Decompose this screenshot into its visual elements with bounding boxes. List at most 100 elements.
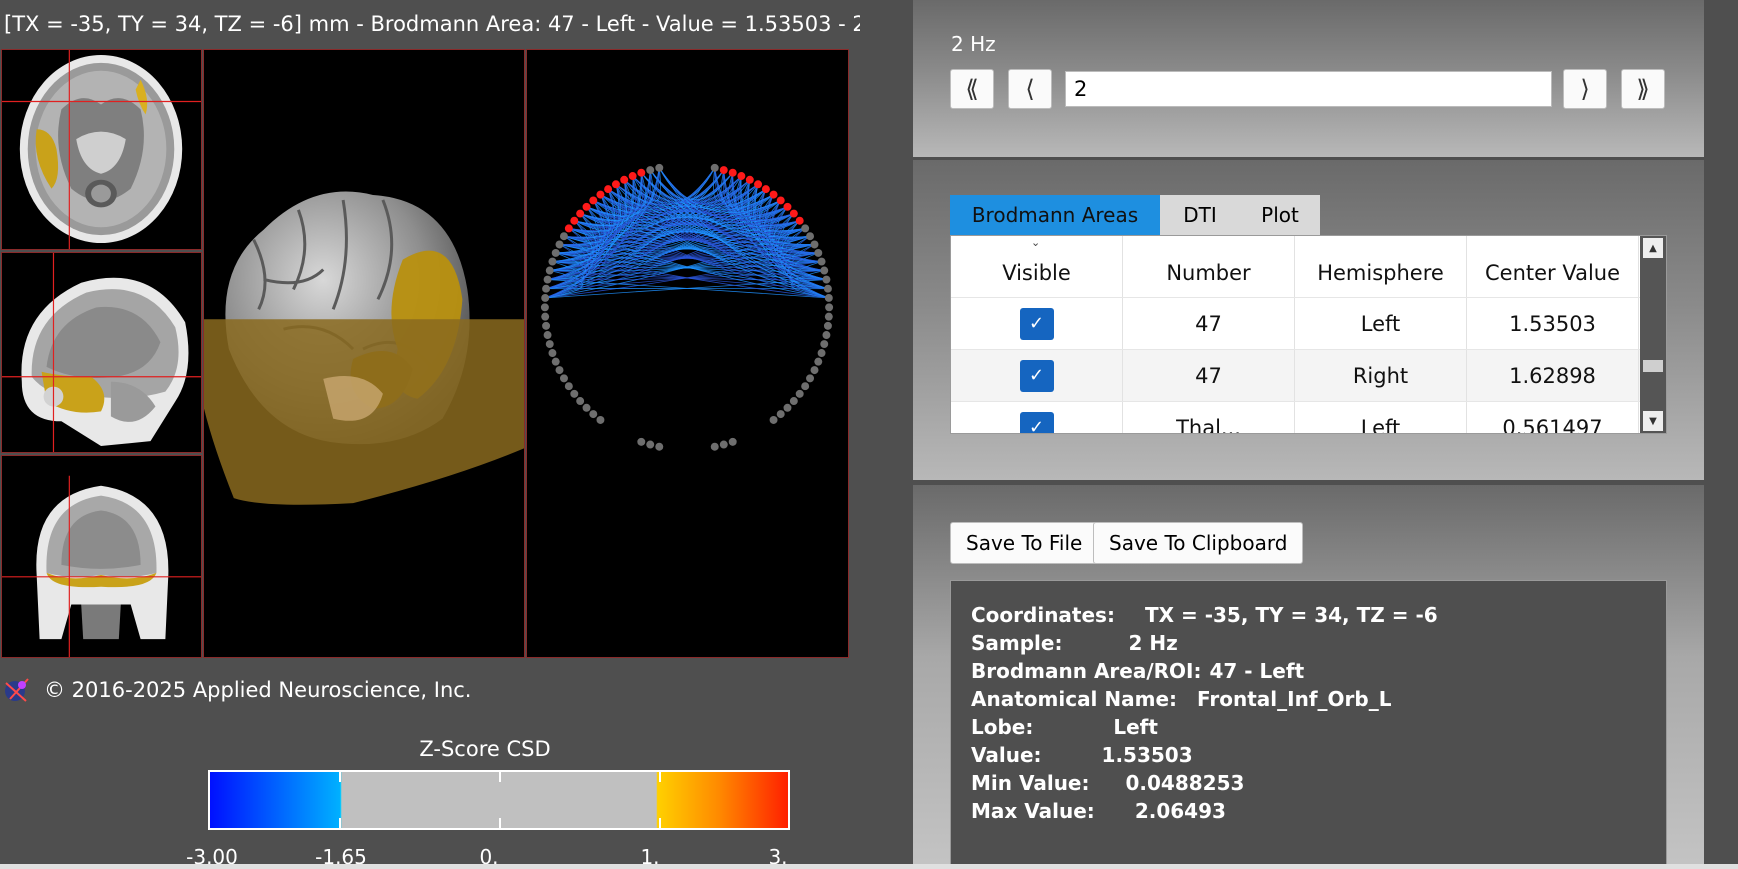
electrode-node [801, 224, 810, 233]
brain-3d-view[interactable] [203, 49, 525, 658]
electrode-node [582, 202, 591, 211]
number-cell: 47 [1123, 350, 1295, 401]
info-value: Frontal_Inf_Orb_L [1197, 687, 1392, 711]
info-value: 2 Hz [1128, 631, 1178, 655]
table-scrollbar[interactable]: ▲ ▼ [1640, 236, 1666, 433]
header-visible-label: Visible [1002, 260, 1071, 285]
electrode-node [795, 389, 804, 398]
visible-cell: ✓ [951, 298, 1123, 349]
info-key: Anatomical Name: [971, 687, 1178, 711]
table-row[interactable]: ✓ 47 Left 1.53503 [951, 298, 1641, 350]
info-key: Sample: [971, 631, 1063, 655]
electrode-node [824, 293, 833, 302]
electrode-node [776, 410, 785, 419]
sagittal-slice-view[interactable] [1, 252, 202, 453]
axial-slice-image [2, 50, 201, 249]
header-number[interactable]: Number [1123, 236, 1295, 297]
electrode-node [728, 437, 737, 446]
footer-row: © 2016-2025 Applied Neuroscience, Inc. [0, 672, 472, 708]
connectivity-circle [540, 163, 834, 451]
electrode-node [596, 190, 605, 199]
frequency-label: 2 Hz [951, 32, 996, 56]
connectivity-circle-view[interactable] [526, 49, 849, 658]
scroll-up-icon[interactable]: ▲ [1643, 238, 1663, 258]
table-header-row: ⌄ Visible Number Hemisphere Center Value [951, 236, 1641, 298]
tab-dti[interactable]: DTI [1160, 195, 1240, 235]
previous-frequency-button[interactable]: ⟨ [1008, 69, 1052, 109]
status-title: [TX = -35, TY = 34, TZ = -6] mm - Brodma… [4, 12, 900, 36]
first-frequency-button[interactable]: ⟪ [950, 69, 994, 109]
info-key: Min Value: [971, 771, 1090, 795]
coronal-slice-view[interactable] [1, 455, 202, 658]
electrode-node [576, 397, 585, 405]
hemisphere-cell: Left [1295, 298, 1467, 349]
electrode-node [710, 163, 719, 172]
electrode-node [596, 416, 605, 424]
electrode-node [823, 321, 832, 330]
last-frequency-button[interactable]: ⟫ [1621, 69, 1665, 109]
header-center-value[interactable]: Center Value [1467, 236, 1639, 297]
tab-plot[interactable]: Plot [1240, 195, 1320, 235]
axial-slice-view[interactable] [1, 49, 202, 250]
scrollbar-thumb[interactable] [1643, 360, 1663, 372]
control-pane: 2 Hz ⟪ ⟨ ⟩ ⟫ Brodmann Areas DTI Plot ⌄ V… [860, 0, 1738, 869]
electrode-node [776, 196, 785, 205]
header-visible[interactable]: ⌄ Visible [951, 236, 1123, 297]
table-row[interactable]: ✓ 47 Right 1.62898 [951, 350, 1641, 402]
visible-cell: ✓ [951, 350, 1123, 401]
tab-brodmann-areas[interactable]: Brodmann Areas [950, 195, 1160, 235]
center-value-cell: 0.561497 [1467, 402, 1639, 433]
electrode-node [769, 416, 778, 424]
frequency-input[interactable] [1065, 71, 1552, 107]
info-sample: Sample: 2 Hz [971, 629, 1646, 657]
colorbar [208, 770, 790, 830]
visible-checkbox[interactable]: ✓ [1019, 411, 1054, 433]
electrode-node [761, 185, 770, 194]
table-row[interactable]: ✓ Thal... Left 0.561497 [951, 402, 1641, 433]
colorbar-tick [499, 772, 501, 782]
scroll-down-icon[interactable]: ▼ [1643, 411, 1663, 431]
electrode-node [719, 440, 728, 449]
save-to-clipboard-button[interactable]: Save To Clipboard [1093, 522, 1304, 564]
colorbar-title: Z-Score CSD [419, 737, 551, 761]
save-to-file-button[interactable]: Save To File [950, 522, 1099, 564]
electrode-node [582, 403, 591, 412]
hemisphere-cell: Right [1295, 350, 1467, 401]
electrode-node [543, 331, 552, 339]
copyright-text: © 2016-2025 Applied Neuroscience, Inc. [44, 678, 472, 702]
electrode-node [822, 331, 831, 339]
sort-chevron-icon: ⌄ [1031, 236, 1041, 249]
electrode-node [589, 196, 598, 205]
electrode-node [823, 284, 832, 293]
info-anatomical-name: Anatomical Name: Frontal_Inf_Orb_L [971, 685, 1646, 713]
info-key: Brodmann Area/ROI: [971, 659, 1202, 683]
electrode-node [570, 216, 579, 225]
electrode-node [589, 410, 598, 419]
brain-view-pane: [TX = -35, TY = 34, TZ = -6] mm - Brodma… [0, 0, 899, 869]
colorbar-tick [499, 818, 501, 828]
frequency-panel: 2 Hz ⟪ ⟨ ⟩ ⟫ [913, 0, 1704, 157]
electrode-node [719, 166, 728, 175]
electrode-node [542, 284, 551, 293]
electrode-node [810, 366, 819, 375]
info-key: Coordinates: [971, 603, 1115, 627]
electrode-node [822, 275, 831, 284]
electrode-node [611, 180, 620, 189]
details-box: Coordinates: TX = -35, TY = 34, TZ = -6 S… [950, 580, 1667, 869]
electrode-node [551, 248, 560, 257]
header-hemisphere[interactable]: Hemisphere [1295, 236, 1467, 297]
colorbar-tick [659, 818, 661, 828]
electrode-node [810, 240, 819, 249]
electrode-node [783, 403, 792, 412]
electrode-node [564, 224, 573, 233]
visible-checkbox[interactable]: ✓ [1019, 307, 1054, 340]
electrode-node [655, 442, 664, 451]
app-logo-icon [5, 678, 29, 702]
electrode-node [548, 257, 557, 266]
visible-checkbox[interactable]: ✓ [1019, 359, 1054, 392]
electrode-node [570, 389, 579, 398]
info-value: 2.06493 [1134, 799, 1226, 823]
electrode-node [559, 232, 568, 241]
center-value-cell: 1.62898 [1467, 350, 1639, 401]
next-frequency-button[interactable]: ⟩ [1563, 69, 1607, 109]
